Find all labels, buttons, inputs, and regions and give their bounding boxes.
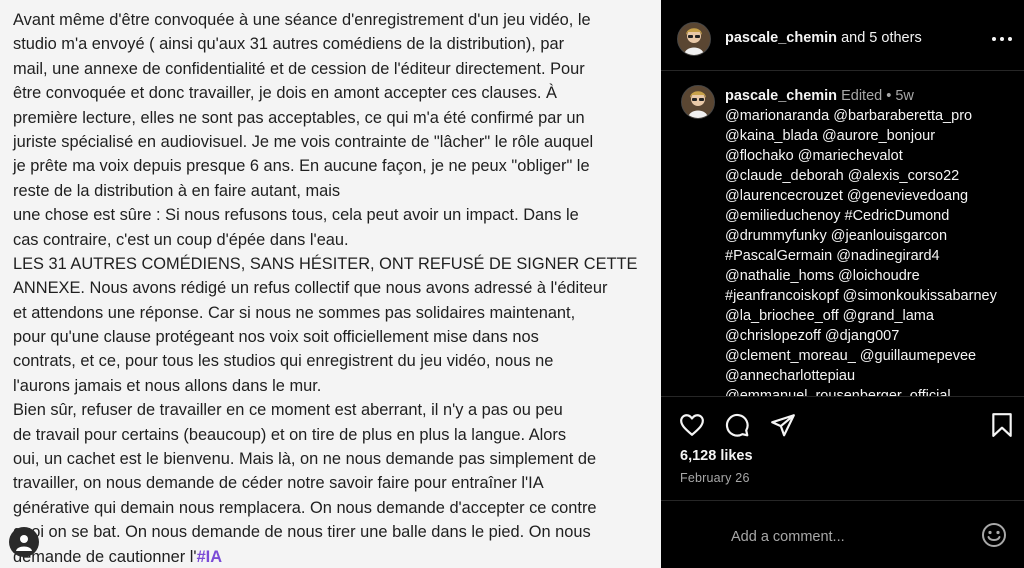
post-text-line-prefix: demande de cautionner l' — [13, 547, 197, 566]
divider — [661, 396, 1024, 397]
emoji-icon[interactable] — [981, 522, 1007, 548]
post-text-line: l'aurons jamais et nous allons dans le m… — [13, 376, 322, 395]
caption: pascale_chemin Edited • 5w @marionaranda… — [725, 86, 1021, 396]
post-text-line: studio m'a envoyé ( ainsi qu'aux 31 autr… — [13, 35, 565, 54]
post-image: Avant même d'être convoquée à une séance… — [0, 0, 661, 568]
caption-line[interactable]: @flochako @mariechevalot — [725, 146, 1021, 166]
caption-avatar[interactable] — [681, 85, 715, 119]
tagged-user-icon[interactable] — [9, 527, 39, 557]
author-username[interactable]: pascale_chemin — [725, 30, 837, 46]
post-text-line: pour qu'une clause protégeant nos voix s… — [13, 328, 539, 347]
edited-label: Edited — [841, 88, 883, 104]
post-text-line: demande de cautionner l'#IA — [13, 545, 653, 568]
comment-input[interactable] — [729, 524, 973, 550]
post-text-line: reste de la distribution à en faire auta… — [13, 181, 341, 200]
divider — [661, 500, 1024, 501]
avatar-image — [678, 23, 710, 55]
post-text-line: LES 31 AUTRES COMÉDIENS, SANS HÉSITER, O… — [13, 254, 638, 273]
post-date: February 26 — [680, 471, 750, 485]
heart-icon[interactable] — [679, 412, 705, 438]
post-text-line: juriste spécialisé en audiovisuel. Je me… — [13, 132, 594, 151]
caption-line[interactable]: @clement_moreau_ @guillaumepevee — [725, 346, 1021, 366]
post-text-line: travailler, on nous demande de céder not… — [13, 474, 544, 493]
post-text-line: générative qui demain nous remplacera. O… — [13, 498, 597, 517]
caption-line[interactable]: @kaina_blada @aurore_bonjour — [725, 126, 1021, 146]
divider — [661, 70, 1024, 71]
caption-line[interactable]: #jeanfrancoiskopf @simonkoukissabarney — [725, 286, 1021, 306]
caption-username[interactable]: pascale_chemin — [725, 88, 837, 104]
post-text-line: je prête ma voix depuis presque 6 ans. E… — [13, 157, 590, 176]
post-text-line: ANNEXE. Nous avons rédigé un refus colle… — [13, 279, 608, 298]
caption-line[interactable]: @claude_deborah @alexis_corso22 — [725, 166, 1021, 186]
caption-line[interactable]: @la_briochee_off @grand_lama — [725, 306, 1021, 326]
share-icon[interactable] — [770, 412, 796, 438]
post-text-line: première lecture, elles ne sont pas acce… — [13, 108, 585, 127]
post-text-line: une chose est sûre : Si nous refusons to… — [13, 206, 579, 225]
caption-line[interactable]: @annecharlottepiau — [725, 366, 1021, 386]
post-text-line: et attendons une réponse. Car si nous ne… — [13, 303, 576, 322]
hashtag-link[interactable]: #IA — [197, 548, 223, 566]
comment-icon[interactable] — [724, 412, 750, 438]
post-text-line: être convoquée et donc travailler, je do… — [13, 84, 557, 103]
post-text-line: Bien sûr, refuser de travailler en ce mo… — [13, 401, 563, 420]
caption-line[interactable]: @chrislopezoff @djang007 — [725, 326, 1021, 346]
caption-line[interactable]: @nathalie_homs @loichoudre — [725, 266, 1021, 286]
post-text-line: quoi on se bat. On nous demande de nous … — [13, 523, 591, 542]
caption-line[interactable]: @emilieduchenoy #CedricDumond — [725, 206, 1021, 226]
post-age[interactable]: 5w — [895, 88, 914, 104]
post-text-line: de travail pour certains (beaucoup) et o… — [13, 425, 567, 444]
separator: • — [882, 88, 896, 104]
avatar-image — [682, 86, 714, 118]
caption-line[interactable]: @laurencecrouzet @genevievedoang — [725, 186, 1021, 206]
post-text-line: mail, une annexe de confidentialité et d… — [13, 59, 585, 78]
coauthors-label[interactable]: and 5 others — [837, 30, 922, 46]
caption-line[interactable]: #PascalGermain @nadinegirard4 — [725, 246, 1021, 266]
post-authors[interactable]: pascale_chemin and 5 others — [725, 30, 922, 46]
post-text-line: contrats, et ce, pour tous les studios q… — [13, 352, 554, 371]
person-icon — [16, 535, 32, 551]
caption-header: pascale_chemin Edited • 5w — [725, 86, 1021, 106]
bookmark-icon[interactable] — [989, 412, 1015, 438]
post-sidebar: pascale_chemin and 5 others pascale_chem… — [661, 0, 1024, 568]
more-horizontal-icon[interactable] — [991, 36, 1013, 42]
caption-line[interactable]: @emmanuel_rousenberger_official — [725, 386, 1021, 396]
post-text-line: oui, un cachet est le bienvenu. Mais là,… — [13, 450, 597, 469]
author-avatar[interactable] — [677, 22, 711, 56]
post-text-line: Avant même d'être convoquée à une séance… — [13, 11, 591, 29]
caption-line: @marionaranda @barbaraberetta_pro — [725, 108, 973, 124]
post-text-line: cas contraire, c'est un coup d'épée dans… — [13, 230, 349, 249]
caption-body: @kaina_blada @aurore_bonjour @flochako @m… — [725, 126, 1021, 396]
post-image-text: Avant même d'être convoquée à une séance… — [13, 8, 653, 568]
caption-line[interactable]: @drummyfunky @jeanlouisgarcon — [725, 226, 1021, 246]
likes-count[interactable]: 6,128 likes — [680, 448, 753, 464]
